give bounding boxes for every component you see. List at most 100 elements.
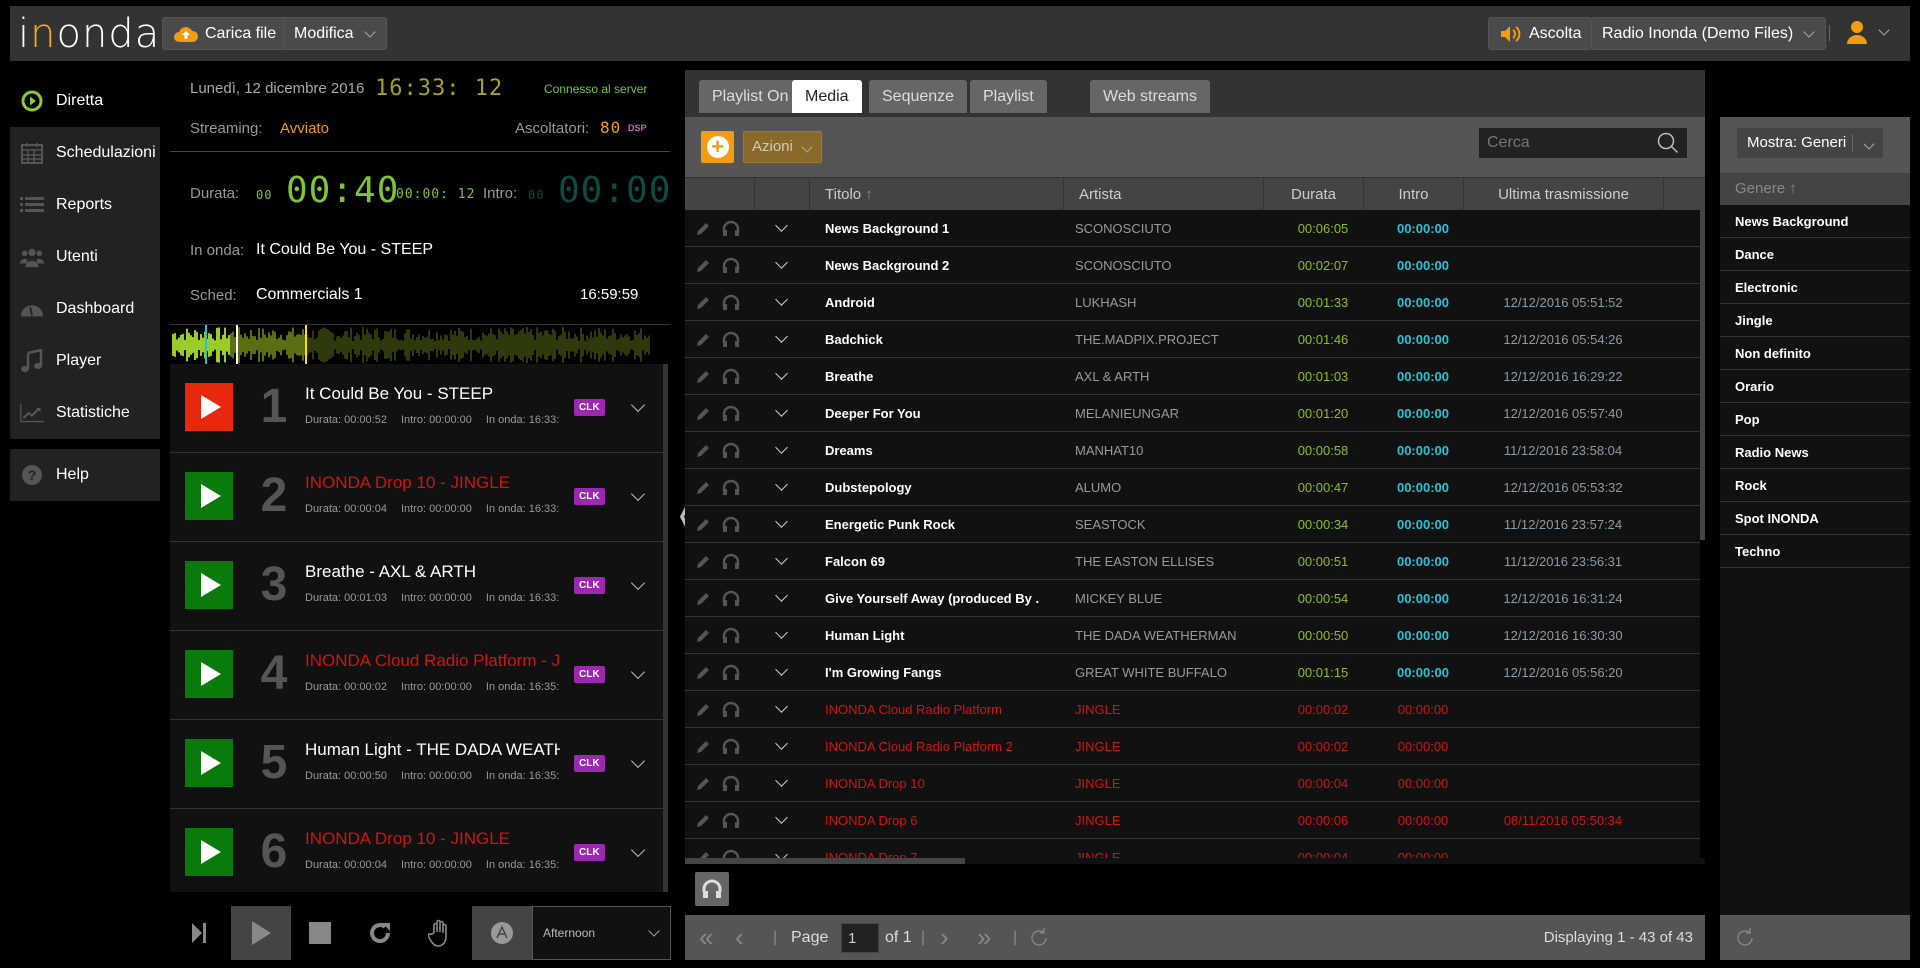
table-row[interactable]: Energetic Punk Rock SEASTOCK 00:00:34 00:00… (685, 506, 1700, 543)
headphones-icon[interactable] (722, 553, 740, 571)
edit-icon[interactable] (695, 517, 711, 533)
genre-refresh-button[interactable] (1720, 915, 1910, 960)
search-icon[interactable] (1657, 132, 1679, 154)
edit-icon[interactable] (695, 332, 711, 348)
chevron-down-icon[interactable] (630, 842, 646, 858)
headphones-icon[interactable] (722, 664, 740, 682)
add-media-button[interactable]: + (701, 131, 734, 163)
headphones-icon[interactable] (722, 738, 740, 756)
queue-play-button[interactable] (185, 383, 233, 431)
chevron-down-icon[interactable] (775, 626, 788, 639)
chevron-down-icon[interactable] (775, 478, 788, 491)
headphones-icon[interactable] (722, 294, 740, 312)
headphones-icon[interactable] (722, 775, 740, 793)
collapse-handle[interactable]: ❬ (674, 500, 697, 530)
table-row[interactable]: Dubstepology ALUMO 00:00:47 00:00:00 12/12/2… (685, 469, 1700, 506)
queue-item[interactable]: 6 INONDA Drop 10 - JINGLE Durata: 00:00:04… (170, 809, 667, 892)
table-row[interactable]: Human Light THE DADA WEATHERMAN 00:00:50 00… (685, 617, 1700, 654)
waveform[interactable] (170, 324, 670, 365)
actions-dropdown[interactable]: Azioni (743, 131, 823, 163)
chevron-down-icon[interactable] (630, 397, 646, 413)
queue-play-button[interactable] (185, 650, 233, 698)
genre-item[interactable]: Rock (1720, 469, 1910, 502)
headphones-icon[interactable] (722, 479, 740, 497)
headphones-icon[interactable] (722, 220, 740, 238)
headphones-icon[interactable] (722, 405, 740, 423)
edit-icon[interactable] (695, 443, 711, 459)
sidebar-item-dashboard[interactable]: Dashboard (10, 283, 160, 335)
genre-item[interactable]: Dance (1720, 238, 1910, 271)
chevron-down-icon[interactable] (630, 664, 646, 680)
edit-icon[interactable] (695, 776, 711, 792)
chevron-down-icon[interactable] (775, 330, 788, 343)
refresh-icon[interactable] (1028, 927, 1050, 955)
edit-icon[interactable] (695, 369, 711, 385)
queue-item[interactable]: 3 Breathe - AXL & ARTH Durata: 00:01:03 Int… (170, 542, 667, 631)
next-page-icon[interactable]: › (940, 915, 949, 960)
table-row[interactable]: News Background 1 SCONOSCIUTO 00:06:05 00:0… (685, 210, 1700, 247)
table-row[interactable]: Dreams MANHAT10 00:00:58 00:00:00 11/12/2016… (685, 432, 1700, 469)
chevron-down-icon[interactable] (775, 404, 788, 417)
chevron-down-icon[interactable] (630, 575, 646, 591)
chevron-down-icon[interactable] (775, 552, 788, 565)
edit-icon[interactable] (695, 258, 711, 274)
tab-web-streams[interactable]: Web streams (1090, 80, 1210, 113)
table-horizontal-scrollbar[interactable] (685, 858, 1705, 864)
table-row[interactable]: INONDA Cloud Radio Platform JINGLE 00:00:0… (685, 691, 1700, 728)
genre-item[interactable]: Spot INONDA (1720, 502, 1910, 535)
repeat-button[interactable] (360, 906, 400, 960)
headphones-icon[interactable] (722, 442, 740, 460)
table-vertical-scrollbar[interactable] (1700, 210, 1705, 540)
search-input[interactable] (1487, 134, 1647, 152)
headphones-icon[interactable] (722, 331, 740, 349)
genre-item[interactable]: Jingle (1720, 304, 1910, 337)
chevron-down-icon[interactable] (775, 774, 788, 787)
chevron-down-icon[interactable] (775, 589, 788, 602)
table-row[interactable]: INONDA Drop 10 JINGLE 00:00:04 00:00:00 (685, 765, 1700, 802)
column-header-last-aired[interactable]: Ultima trasmissione (1464, 178, 1664, 211)
chevron-down-icon[interactable] (775, 515, 788, 528)
column-header-duration[interactable]: Durata (1264, 178, 1364, 211)
genre-item[interactable]: Radio News (1720, 436, 1910, 469)
sidebar-item-reports[interactable]: Reports (10, 179, 160, 231)
sidebar-item-diretta[interactable]: Diretta (10, 75, 160, 127)
edit-icon[interactable] (695, 295, 711, 311)
queue-play-button[interactable] (185, 472, 233, 520)
sidebar-item-player[interactable]: Player (10, 335, 160, 387)
chevron-down-icon[interactable] (775, 737, 788, 750)
queue-scrollbar[interactable] (663, 364, 668, 892)
tab-sequenze[interactable]: Sequenze (869, 80, 968, 113)
headphones-icon[interactable] (722, 257, 740, 275)
edit-icon[interactable] (695, 406, 711, 422)
headphones-icon[interactable] (722, 812, 740, 830)
chevron-down-icon[interactable] (775, 293, 788, 306)
genre-item[interactable]: Pop (1720, 403, 1910, 436)
sidebar-item-utenti[interactable]: Utenti (10, 231, 160, 283)
table-row[interactable]: INONDA Cloud Radio Platform 2 JINGLE 00:00… (685, 728, 1700, 765)
edit-icon[interactable] (695, 813, 711, 829)
chevron-down-icon[interactable] (775, 441, 788, 454)
dsp-badge[interactable]: DSP (628, 123, 647, 133)
table-row[interactable]: Deeper For You MELANIEUNGAR 00:01:20 00:00:… (685, 395, 1700, 432)
page-number-input[interactable] (841, 923, 879, 953)
last-page-icon[interactable]: » (977, 915, 991, 960)
sidebar-item-schedulazioni[interactable]: Schedulazioni (10, 127, 160, 179)
manual-mode-button[interactable] (420, 906, 460, 960)
show-filter-dropdown[interactable]: Mostra: Generi (1737, 128, 1883, 158)
chevron-down-icon[interactable] (630, 753, 646, 769)
tab-playlist[interactable]: Playlist (970, 80, 1047, 113)
genre-item[interactable]: Techno (1720, 535, 1910, 568)
headphones-icon[interactable] (722, 590, 740, 608)
first-page-icon[interactable]: « (699, 915, 713, 960)
sidebar-item-statistiche[interactable]: Statistiche (10, 387, 160, 439)
prev-page-icon[interactable]: ‹ (735, 915, 744, 960)
table-row[interactable]: INONDA Drop 6 JINGLE 00:00:06 00:00:00 08/11… (685, 802, 1700, 839)
chevron-down-icon[interactable] (775, 848, 788, 858)
tab-media[interactable]: Media (792, 80, 862, 113)
table-row[interactable]: Badchick THE.MADPIX.PROJECT 00:01:46 00:00:… (685, 321, 1700, 358)
upload-file-button[interactable]: Carica file (162, 17, 288, 50)
queue-play-button[interactable] (185, 561, 233, 609)
headphones-icon[interactable] (722, 701, 740, 719)
queue-item[interactable]: 2 INONDA Drop 10 - JINGLE Durata: 00:00:04… (170, 453, 667, 542)
headphones-icon[interactable] (722, 627, 740, 645)
